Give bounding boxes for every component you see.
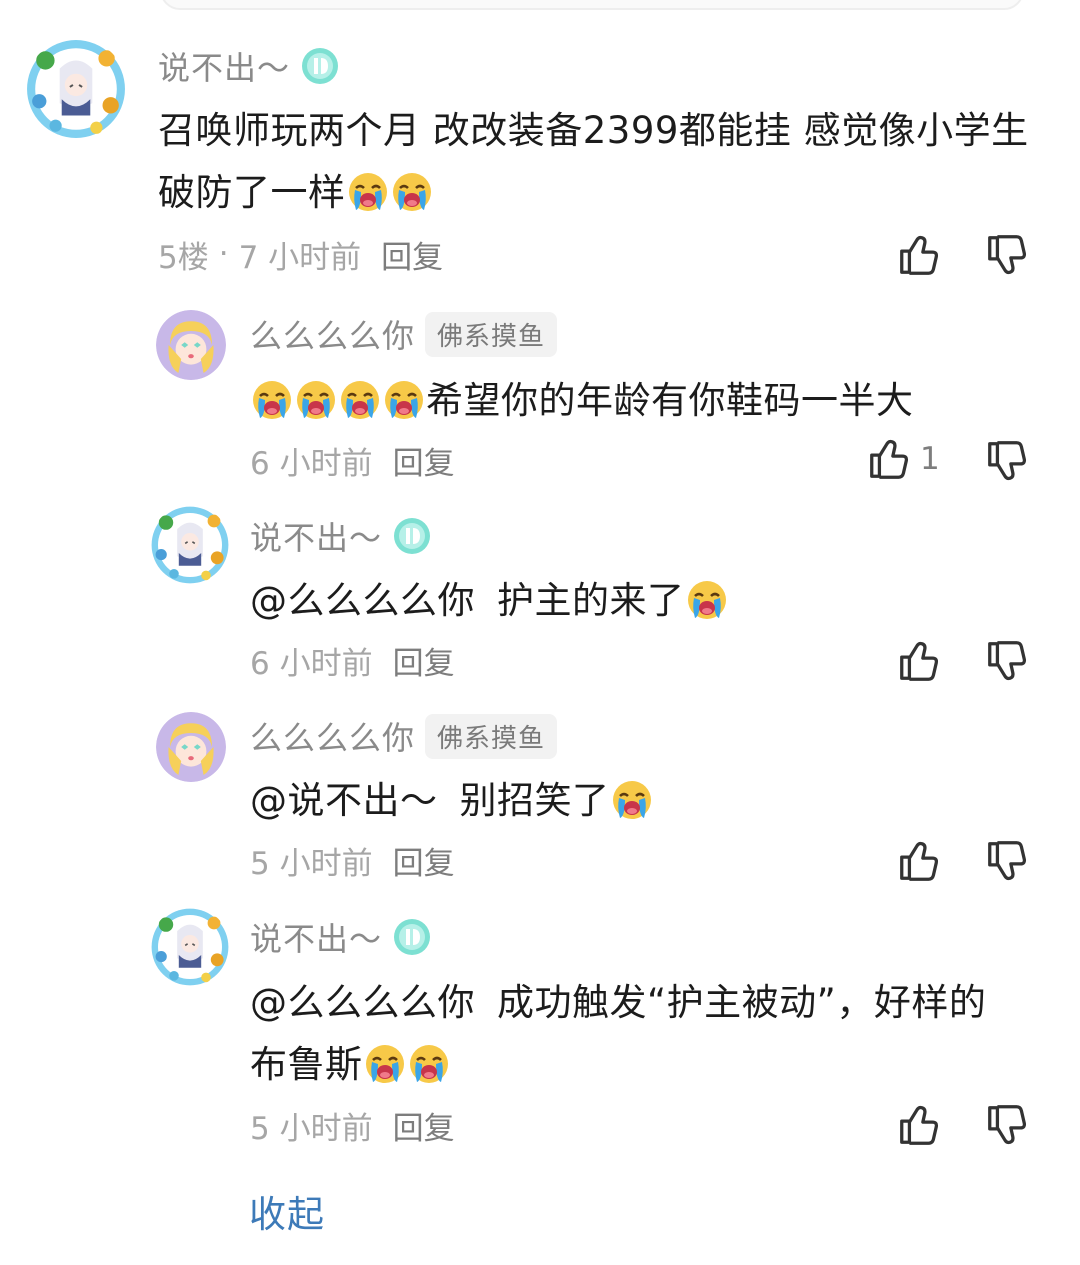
thumbs-down-icon xyxy=(984,232,1030,278)
like-count: 1 xyxy=(920,441,940,477)
dislike-button[interactable] xyxy=(984,436,1030,486)
avatar[interactable] xyxy=(25,38,127,140)
comment-meta: 5 小时前 回复 xyxy=(250,1103,455,1147)
comment-text: 召唤师玩两个月 改改装备2399都能挂 感觉像小学生破防了一样 xyxy=(158,100,1038,224)
username[interactable]: 说不出～ xyxy=(158,43,290,89)
mention-link[interactable]: @么么么么你 xyxy=(250,981,475,1024)
dislike-button[interactable] xyxy=(984,1100,1030,1150)
thumbs-down-icon xyxy=(984,1102,1030,1148)
collapse-replies-button[interactable]: 收起 xyxy=(249,1184,325,1238)
comment-text-body-line2: 布鲁斯 xyxy=(250,1043,363,1086)
crying-face-emoji xyxy=(390,169,434,213)
username[interactable]: 说不出～ xyxy=(250,513,382,559)
comment-text: @么么么么你 护主的来了 xyxy=(250,570,1040,632)
comment-text: 希望你的年龄有你鞋码一半大 xyxy=(250,370,1040,432)
dislike-button[interactable] xyxy=(984,230,1030,280)
crying-face-emoji xyxy=(610,777,654,821)
timestamp: 6 小时前 xyxy=(250,445,373,482)
crying-face-emoji xyxy=(382,377,426,421)
mention-link[interactable]: @么么么么你 xyxy=(250,579,475,622)
like-button[interactable] xyxy=(896,1100,942,1150)
username[interactable]: 么么么么你 xyxy=(250,311,415,357)
thumbs-up-icon xyxy=(896,232,942,278)
comment-meta: 6 小时前 回复 xyxy=(250,438,455,482)
comment-meta: 5 小时前 回复 xyxy=(250,838,455,882)
dislike-button[interactable] xyxy=(984,636,1030,686)
comment-text-body: 成功触发“护主被动”，好样的 xyxy=(497,981,987,1024)
timestamp: 5 小时前 xyxy=(250,1110,373,1147)
reply-button[interactable]: 回复 xyxy=(393,1103,455,1148)
username[interactable]: 么么么么你 xyxy=(250,713,415,759)
crying-face-emoji xyxy=(685,577,729,621)
avatar[interactable] xyxy=(156,310,226,380)
crying-face-emoji xyxy=(338,377,382,421)
comment-meta: 6 小时前 回复 xyxy=(250,638,455,682)
comment-text: @说不出～ 别招笑了 xyxy=(250,770,1040,832)
like-button[interactable]: 1 xyxy=(866,434,940,484)
mention-link[interactable]: @说不出～ xyxy=(250,779,438,822)
like-button[interactable] xyxy=(896,636,942,686)
comment-text-body: 护主的来了 xyxy=(497,579,685,622)
teal-level-badge-icon xyxy=(300,46,340,86)
floor-number: 5楼 xyxy=(158,239,209,276)
comment-meta: 5楼 · 7 小时前 回复 xyxy=(158,232,443,276)
top-input-bar-edge xyxy=(160,0,1024,10)
thumbs-up-icon xyxy=(896,638,942,684)
crying-face-emoji xyxy=(363,1041,407,1085)
comment-text-body: 希望你的年龄有你鞋码一半大 xyxy=(426,379,914,422)
like-button[interactable] xyxy=(896,230,942,280)
comment-text: @么么么么你 成功触发“护主被动”，好样的布鲁斯 xyxy=(250,972,1050,1096)
thumbs-up-icon xyxy=(866,436,912,482)
reply-button[interactable]: 回复 xyxy=(393,838,455,883)
teal-level-badge-icon xyxy=(392,917,432,957)
avatar[interactable] xyxy=(150,505,230,585)
timestamp: 5 小时前 xyxy=(250,845,373,882)
user-title-tag: 佛系摸鱼 xyxy=(425,713,558,759)
crying-face-emoji xyxy=(294,377,338,421)
thumbs-down-icon xyxy=(984,638,1030,684)
user-title-tag: 佛系摸鱼 xyxy=(425,311,558,357)
reply-button[interactable]: 回复 xyxy=(393,438,455,483)
teal-level-badge-icon xyxy=(392,516,432,556)
crying-face-emoji xyxy=(346,169,390,213)
timestamp: 6 小时前 xyxy=(250,645,373,682)
separator: · xyxy=(218,236,229,272)
crying-face-emoji xyxy=(407,1041,451,1085)
thumbs-up-icon xyxy=(896,1102,942,1148)
like-button[interactable] xyxy=(896,836,942,886)
crying-face-emoji xyxy=(250,377,294,421)
avatar[interactable] xyxy=(156,712,226,782)
reply-button[interactable]: 回复 xyxy=(393,638,455,683)
reply-button[interactable]: 回复 xyxy=(381,232,443,277)
comment-text-body: 别招笑了 xyxy=(459,779,610,822)
thumbs-up-icon xyxy=(896,838,942,884)
thumbs-down-icon xyxy=(984,838,1030,884)
thumbs-down-icon xyxy=(984,438,1030,484)
timestamp: 7 小时前 xyxy=(238,239,362,276)
username[interactable]: 说不出～ xyxy=(250,914,382,960)
avatar[interactable] xyxy=(150,907,230,987)
dislike-button[interactable] xyxy=(984,836,1030,886)
comment-text-body: 召唤师玩两个月 改改装备2399都能挂 感觉像小学生破防了一样 xyxy=(158,109,1029,214)
